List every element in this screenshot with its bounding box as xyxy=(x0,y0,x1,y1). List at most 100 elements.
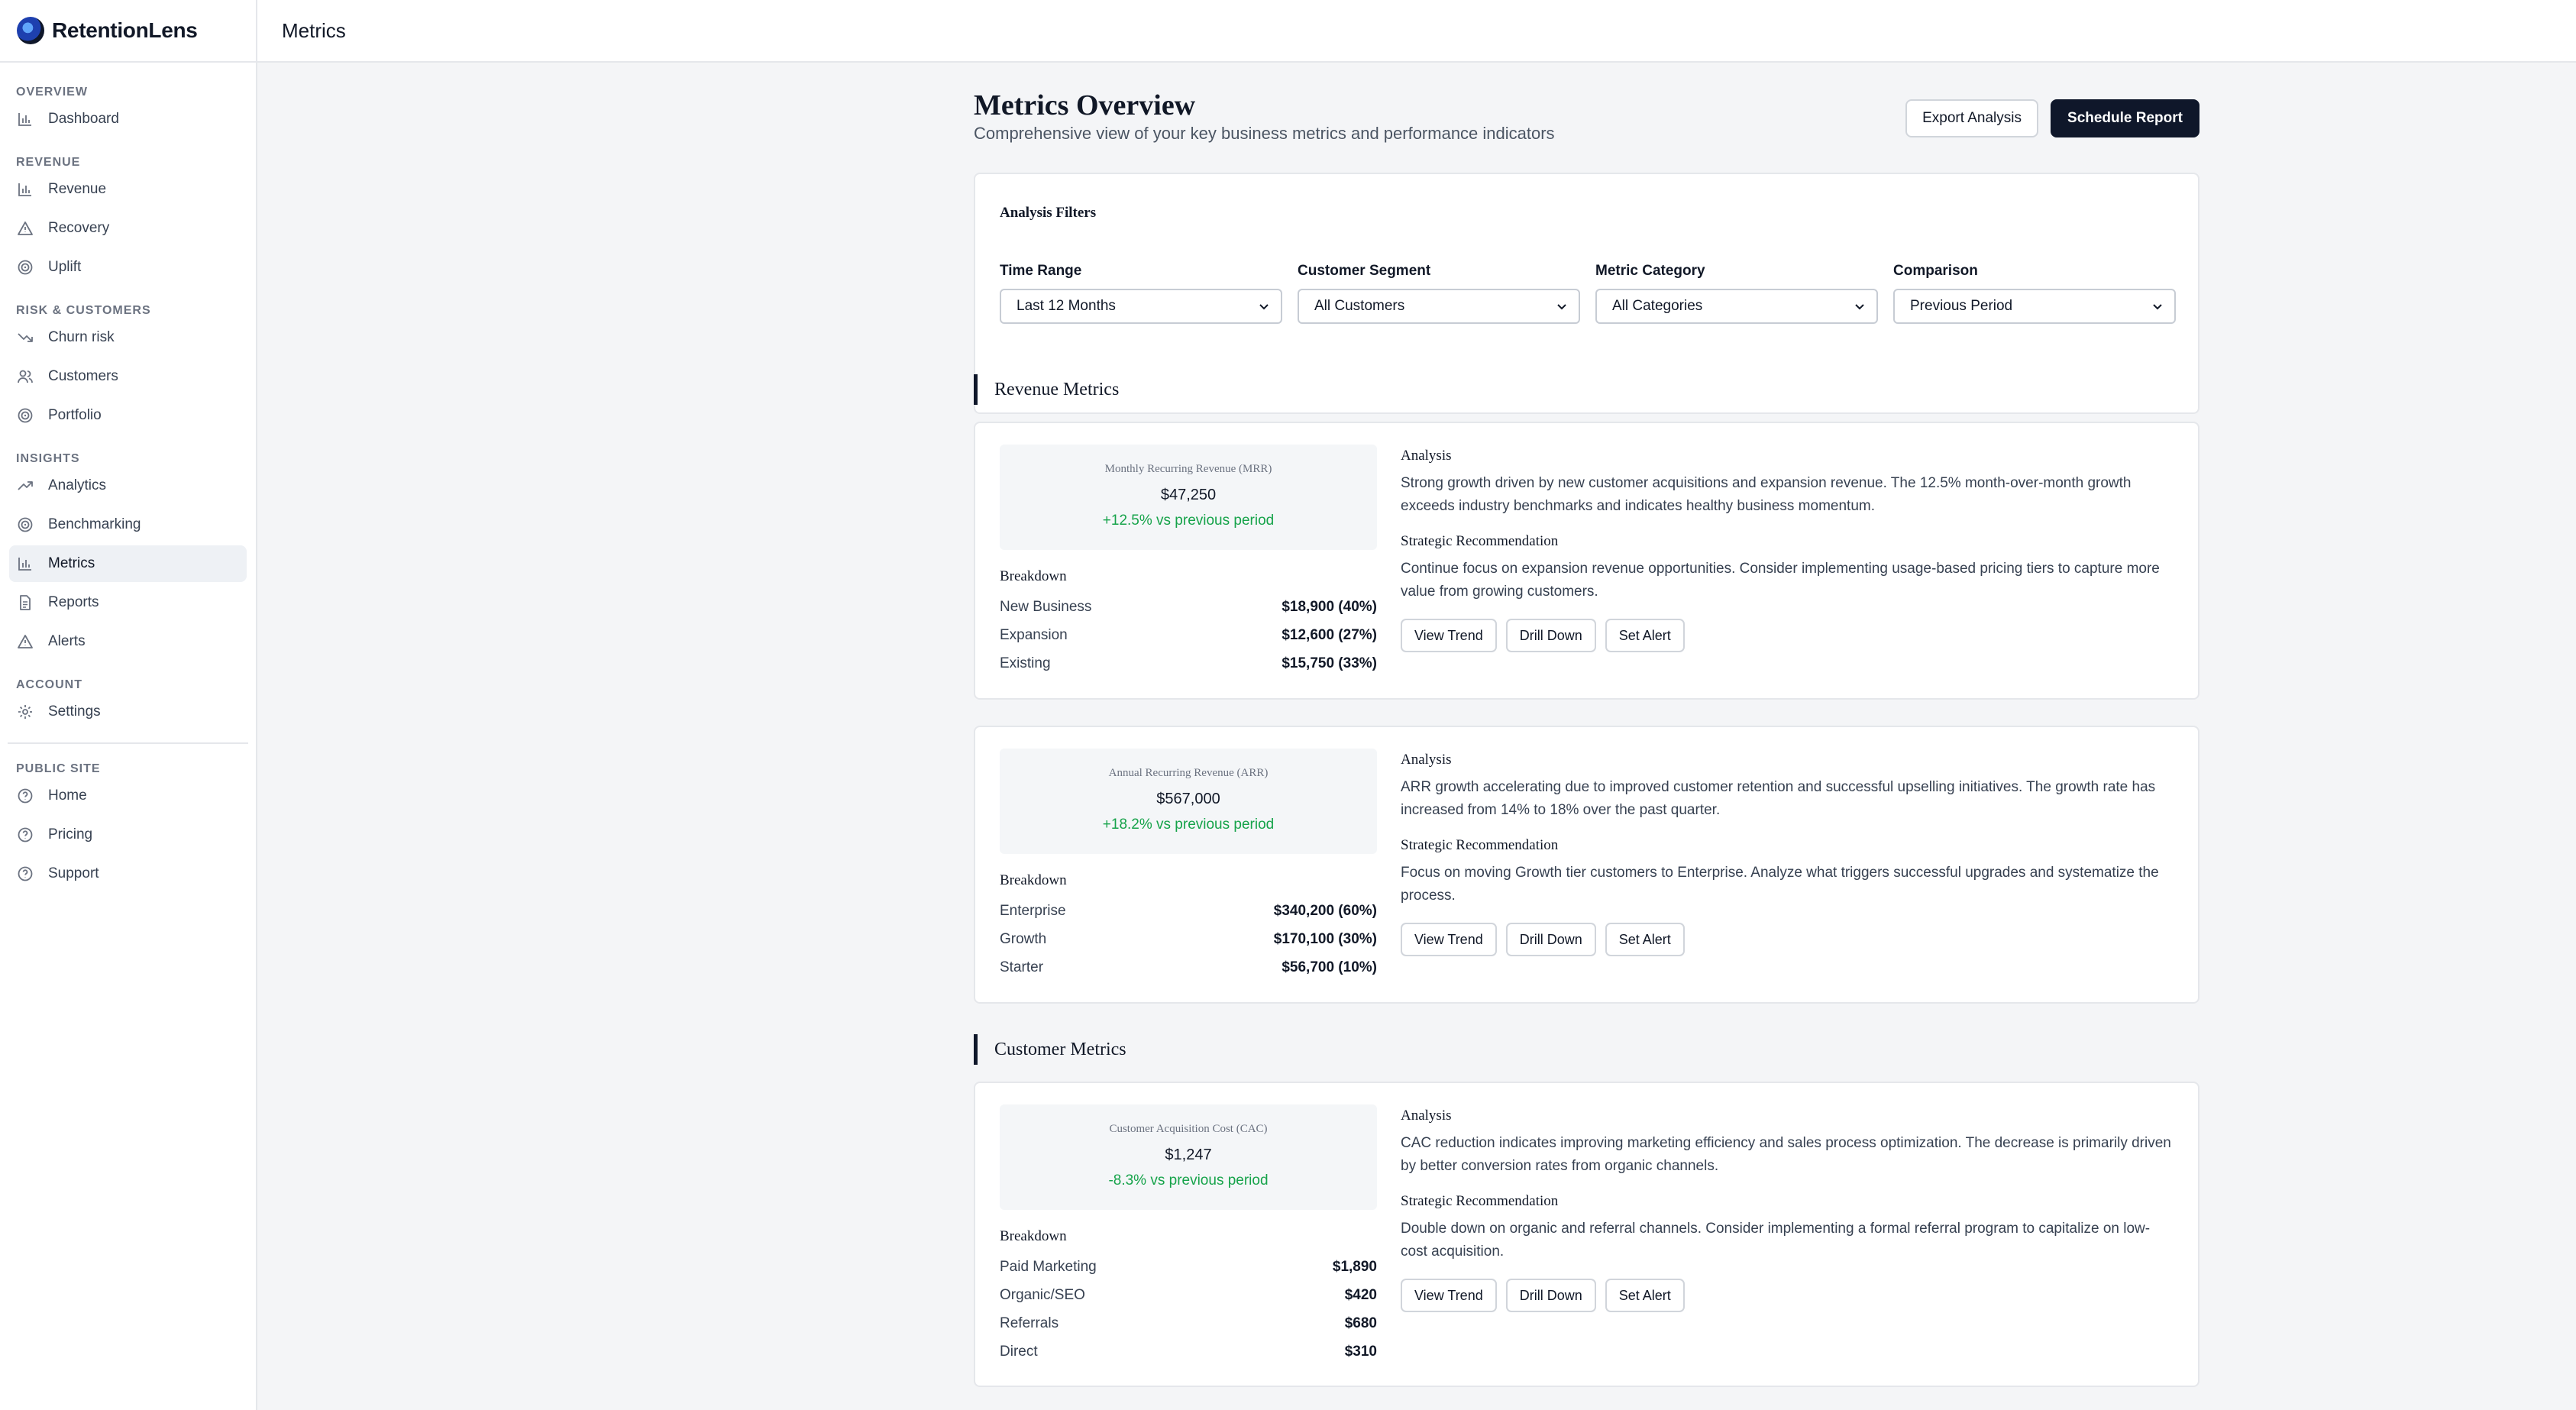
sidebar-item-recovery[interactable]: Recovery xyxy=(9,210,247,247)
filter-label: Customer Segment xyxy=(1298,263,1431,279)
filter-time-range: Time Range Last 12 Months xyxy=(1000,263,1282,324)
sidebar-item-label: Analytics xyxy=(48,477,107,493)
breakdown-value: $340,200 (60%) xyxy=(1273,902,1377,919)
sidebar-item-label: Support xyxy=(48,865,99,881)
set-alert-button[interactable]: Set Alert xyxy=(1605,923,1685,956)
nav-section-heading: PUBLIC SITE xyxy=(16,762,101,775)
sidebar-item-uplift[interactable]: Uplift xyxy=(9,249,247,286)
target-icon xyxy=(17,407,34,424)
metric-card-mrr: Monthly Recurring Revenue (MRR) $47,250 … xyxy=(974,422,2199,700)
sidebar-item-customers[interactable]: Customers xyxy=(9,358,247,395)
sidebar-item-analytics[interactable]: Analytics xyxy=(9,467,247,504)
target-icon xyxy=(17,259,34,276)
drill-down-button[interactable]: Drill Down xyxy=(1505,923,1596,956)
sidebar-item-churn-risk[interactable]: Churn risk xyxy=(9,319,247,356)
sidebar-item-revenue[interactable]: Revenue xyxy=(9,171,247,208)
analysis-heading: Analysis xyxy=(1401,448,1452,464)
logo-icon xyxy=(17,17,44,44)
breakdown-row: Expansion $12,600 (27%) xyxy=(1000,621,1377,649)
warning-icon xyxy=(17,220,34,237)
breakdown-value: $18,900 (40%) xyxy=(1282,598,1377,615)
sidebar-item-settings[interactable]: Settings xyxy=(9,694,247,730)
filter-metric-category: Metric Category All Categories xyxy=(1595,263,1878,324)
recommendation-heading: Strategic Recommendation xyxy=(1401,533,1559,549)
nav-section-heading: RISK & CUSTOMERS xyxy=(16,304,151,317)
brand[interactable]: RetentionLens xyxy=(0,0,256,63)
comparison-select[interactable]: Previous Period xyxy=(1893,289,2176,324)
breakdown-row: Starter $56,700 (10%) xyxy=(1000,953,1377,982)
sidebar-item-metrics[interactable]: Metrics xyxy=(9,545,247,582)
sidebar-item-label: Settings xyxy=(48,703,101,720)
chevron-down-icon xyxy=(1557,304,1566,310)
drill-down-button[interactable]: Drill Down xyxy=(1505,1279,1596,1312)
select-value: Last 12 Months xyxy=(1017,298,1116,314)
sidebar-item-home[interactable]: Home xyxy=(9,778,247,814)
sidebar-item-portfolio[interactable]: Portfolio xyxy=(9,397,247,434)
bar-chart-icon xyxy=(17,555,34,572)
topbar: Metrics xyxy=(257,0,2576,63)
view-trend-button[interactable]: View Trend xyxy=(1401,619,1497,652)
metric-card-arr: Annual Recurring Revenue (ARR) $567,000 … xyxy=(974,726,2199,1004)
breakdown-label: Paid Marketing xyxy=(1000,1258,1097,1275)
analysis-heading: Analysis xyxy=(1401,752,1452,768)
breakdown-value: $680 xyxy=(1344,1315,1377,1331)
filter-label: Metric Category xyxy=(1595,263,1705,279)
chevron-down-icon xyxy=(1855,304,1864,310)
export-analysis-button[interactable]: Export Analysis xyxy=(1905,99,2039,137)
analysis-panel: Analysis ARR growth accelerating due to … xyxy=(1401,752,2176,956)
analysis-heading: Analysis xyxy=(1401,1108,1452,1124)
drill-down-button[interactable]: Drill Down xyxy=(1505,619,1596,652)
section-revenue-metrics: Revenue Metrics xyxy=(974,374,1119,405)
sidebar-item-label: Customers xyxy=(48,368,118,384)
metric-category-select[interactable]: All Categories xyxy=(1595,289,1878,324)
filter-label: Comparison xyxy=(1893,263,1978,279)
sidebar-item-label: Home xyxy=(48,787,87,804)
filter-comparison: Comparison Previous Period xyxy=(1893,263,2176,324)
metric-value: $1,247 xyxy=(1165,1146,1212,1163)
select-value: All Categories xyxy=(1612,298,1703,314)
view-trend-button[interactable]: View Trend xyxy=(1401,923,1497,956)
gear-icon xyxy=(17,703,34,720)
select-value: Previous Period xyxy=(1910,298,2013,314)
breakdown-row: Growth $170,100 (30%) xyxy=(1000,925,1377,953)
breakdown-label: Referrals xyxy=(1000,1315,1059,1331)
sidebar-item-support[interactable]: Support xyxy=(9,855,247,892)
metric-change: +12.5% vs previous period xyxy=(1102,513,1275,529)
breakdown-row: Enterprise $340,200 (60%) xyxy=(1000,897,1377,925)
sidebar-item-label: Dashboard xyxy=(48,111,119,127)
breakdown-label: Direct xyxy=(1000,1343,1038,1360)
help-circle-icon xyxy=(17,865,34,882)
chevron-down-icon xyxy=(1259,304,1269,310)
nav-section-heading: REVENUE xyxy=(16,156,81,169)
analysis-panel: Analysis Strong growth driven by new cus… xyxy=(1401,448,2176,652)
sidebar-item-alerts[interactable]: Alerts xyxy=(9,623,247,660)
breakdown-row: Organic/SEO $420 xyxy=(1000,1281,1377,1309)
sidebar-item-dashboard[interactable]: Dashboard xyxy=(9,101,247,137)
breakdown-label: Starter xyxy=(1000,959,1044,975)
set-alert-button[interactable]: Set Alert xyxy=(1605,1279,1685,1312)
target-icon xyxy=(17,516,34,533)
recommendation-text: Focus on moving Growth tier customers to… xyxy=(1401,865,2159,904)
select-value: All Customers xyxy=(1314,298,1405,314)
sidebar-item-benchmarking[interactable]: Benchmarking xyxy=(9,506,247,543)
schedule-report-button[interactable]: Schedule Report xyxy=(2051,99,2199,137)
sidebar-divider xyxy=(8,742,248,744)
recommendation-text: Continue focus on expansion revenue oppo… xyxy=(1401,561,2160,600)
breakdown-value: $56,700 (10%) xyxy=(1282,959,1377,975)
time-range-select[interactable]: Last 12 Months xyxy=(1000,289,1282,324)
recommendation-text: Double down on organic and referral chan… xyxy=(1401,1221,2151,1260)
topbar-title: Metrics xyxy=(282,18,346,42)
metric-change: +18.2% vs previous period xyxy=(1102,817,1275,833)
set-alert-button[interactable]: Set Alert xyxy=(1605,619,1685,652)
sidebar-item-pricing[interactable]: Pricing xyxy=(9,817,247,853)
view-trend-button[interactable]: View Trend xyxy=(1401,1279,1497,1312)
customer-segment-select[interactable]: All Customers xyxy=(1298,289,1580,324)
bar-chart-icon xyxy=(17,111,34,128)
analysis-text: ARR growth accelerating due to improved … xyxy=(1401,779,2156,818)
sidebar-nav: OVERVIEW Dashboard REVENUE Revenue Recovery U… xyxy=(0,63,256,892)
metric-actions: View Trend Drill Down Set Alert xyxy=(1401,1279,2176,1312)
page-header: Metrics Overview Comprehensive view of y… xyxy=(974,63,2199,174)
sidebar-item-reports[interactable]: Reports xyxy=(9,584,247,621)
breakdown-row: Direct $310 xyxy=(1000,1337,1377,1366)
analysis-panel: Analysis CAC reduction indicates improvi… xyxy=(1401,1108,2176,1312)
